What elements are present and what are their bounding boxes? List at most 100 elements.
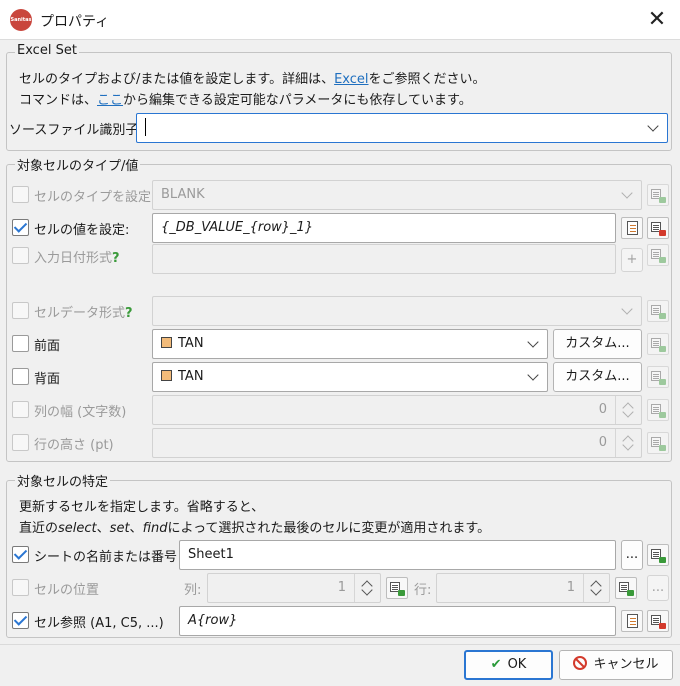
set-keyword: set xyxy=(109,521,130,536)
label-lock-icon[interactable] xyxy=(647,300,669,322)
spinner-arrows-icon[interactable] xyxy=(583,574,609,602)
column-spinner[interactable]: 1 xyxy=(207,573,381,603)
cell-reference-input[interactable]: A{row} xyxy=(179,606,616,636)
window-title: プロパティ xyxy=(40,14,110,30)
chevron-down-icon[interactable] xyxy=(613,181,641,209)
title-bar: Sanitas Data プロパティ ✕ xyxy=(0,0,680,40)
background-label: 背面 xyxy=(34,372,61,387)
foreground-label: 前面 xyxy=(34,339,61,354)
cell-value-text: {_DB_VALUE_{row}_1} xyxy=(161,220,314,235)
row-height-checkbox[interactable] xyxy=(12,434,29,451)
cell-value-input[interactable]: {_DB_VALUE_{row}_1} xyxy=(152,213,616,243)
column-width-spinner[interactable]: 0 xyxy=(152,395,642,425)
data-format-label: セルデータ形式? xyxy=(34,302,133,321)
label-lock-icon[interactable] xyxy=(615,577,637,599)
label-lock-icon[interactable] xyxy=(647,217,669,239)
text-caret xyxy=(145,117,146,136)
target-cell-description-line2: 直近のselect、set、findによって選択された最後のセルに変更が適用され… xyxy=(19,517,490,536)
set-value-checkbox[interactable] xyxy=(12,219,29,236)
label-lock-icon[interactable] xyxy=(647,244,669,266)
cell-reference-checkbox[interactable] xyxy=(12,612,29,629)
color-swatch xyxy=(161,337,172,348)
chevron-down-icon[interactable] xyxy=(519,330,547,358)
background-custom-button[interactable]: カスタム... xyxy=(553,362,642,392)
column-width-label: 列の幅 (文字数) xyxy=(34,405,127,420)
background-checkbox[interactable] xyxy=(12,368,29,385)
column-width-checkbox[interactable] xyxy=(12,401,29,418)
foreground-color-select[interactable]: TAN xyxy=(152,329,548,359)
sheet-name-input[interactable]: Sheet1 xyxy=(179,540,616,570)
row-value: 1 xyxy=(566,580,575,595)
spinner-arrows-icon[interactable] xyxy=(354,574,380,602)
find-keyword: find xyxy=(142,521,168,536)
desc-text: コマンドは、 xyxy=(19,93,98,108)
input-date-checkbox[interactable] xyxy=(12,247,29,264)
cell-type-value: BLANK xyxy=(161,187,205,202)
position-browse-button[interactable]: ... xyxy=(647,575,669,601)
foreground-color-value: TAN xyxy=(178,336,204,351)
color-swatch xyxy=(161,370,172,381)
close-button[interactable]: ✕ xyxy=(634,0,680,40)
help-icon[interactable]: ? xyxy=(112,251,120,266)
foreground-checkbox[interactable] xyxy=(12,335,29,352)
excel-set-description-line2: コマンドは、ここから編集できる設定可能なパラメータにも依存しています。 xyxy=(19,89,472,108)
chevron-down-icon[interactable] xyxy=(613,297,641,325)
set-value-label: セルの値を設定: xyxy=(34,223,130,238)
foreground-custom-button[interactable]: カスタム... xyxy=(553,329,642,359)
set-type-label: セルのタイプを設定: xyxy=(34,190,156,205)
sheet-checkbox[interactable] xyxy=(12,546,29,563)
label-lock-icon[interactable] xyxy=(647,399,669,421)
ok-button[interactable]: ✔ OK xyxy=(464,650,553,680)
input-date-label: 入力日付形式? xyxy=(34,247,120,266)
excel-help-link[interactable]: Excel xyxy=(334,72,368,87)
cell-type-value-legend: 対象セルのタイプ/値 xyxy=(15,155,141,174)
label-lock-icon[interactable] xyxy=(647,544,669,566)
help-icon[interactable]: ? xyxy=(125,306,133,321)
parameters-link[interactable]: ここ xyxy=(97,93,123,108)
sheet-browse-button[interactable]: ... xyxy=(621,540,643,570)
desc-text: 、 xyxy=(129,521,143,536)
target-cell-description-line1: 更新するセルを指定します。省略すると、 xyxy=(19,500,265,515)
label-lock-icon[interactable] xyxy=(386,577,408,599)
add-date-format-button[interactable]: + xyxy=(621,248,643,272)
label-lock-icon[interactable] xyxy=(647,610,669,632)
label-lock-icon[interactable] xyxy=(647,366,669,388)
spinner-arrows-icon[interactable] xyxy=(615,396,641,424)
document-icon[interactable] xyxy=(621,217,643,239)
chevron-down-icon[interactable] xyxy=(639,114,667,142)
data-format-text: セルデータ形式 xyxy=(34,306,126,321)
source-file-combobox[interactable] xyxy=(136,113,668,143)
cancel-button[interactable]: キャンセル xyxy=(559,650,673,680)
row-spinner[interactable]: 1 xyxy=(436,573,610,603)
cell-position-checkbox[interactable] xyxy=(12,579,29,596)
label-lock-icon[interactable] xyxy=(647,184,669,206)
row-height-value: 0 xyxy=(598,435,607,450)
data-format-checkbox[interactable] xyxy=(12,302,29,319)
cancel-label: キャンセル xyxy=(593,657,659,672)
sheet-name-value: Sheet1 xyxy=(188,547,234,562)
cancel-icon xyxy=(573,656,588,670)
data-format-select[interactable] xyxy=(152,296,642,326)
desc-text: 、 xyxy=(96,521,110,536)
row-height-spinner[interactable]: 0 xyxy=(152,428,642,458)
input-date-field[interactable] xyxy=(152,244,616,274)
label-lock-icon[interactable] xyxy=(647,432,669,454)
cell-reference-label: セル参照 (A1, C5, ...) xyxy=(34,616,164,631)
excel-set-description-line1: セルのタイプおよび/または値を設定します。詳細は、Excelをご参照ください。 xyxy=(19,68,486,87)
cell-position-label: セルの位置 xyxy=(34,583,100,598)
input-date-text: 入力日付形式 xyxy=(34,251,113,266)
chevron-down-icon[interactable] xyxy=(519,363,547,391)
background-color-select[interactable]: TAN xyxy=(152,362,548,392)
footer-divider xyxy=(0,644,680,645)
ok-label: OK xyxy=(507,657,527,672)
document-icon[interactable] xyxy=(621,610,643,632)
cell-type-select[interactable]: BLANK xyxy=(152,180,642,210)
row-label: 行: xyxy=(414,583,432,598)
desc-text: セルのタイプおよび/または値を設定します。詳細は、 xyxy=(19,72,335,87)
desc-text: 直近の xyxy=(19,521,59,536)
set-type-checkbox[interactable] xyxy=(12,186,29,203)
sheet-label: シートの名前または番号 xyxy=(34,550,178,565)
spinner-arrows-icon[interactable] xyxy=(615,429,641,457)
column-width-value: 0 xyxy=(598,402,607,417)
label-lock-icon[interactable] xyxy=(647,333,669,355)
